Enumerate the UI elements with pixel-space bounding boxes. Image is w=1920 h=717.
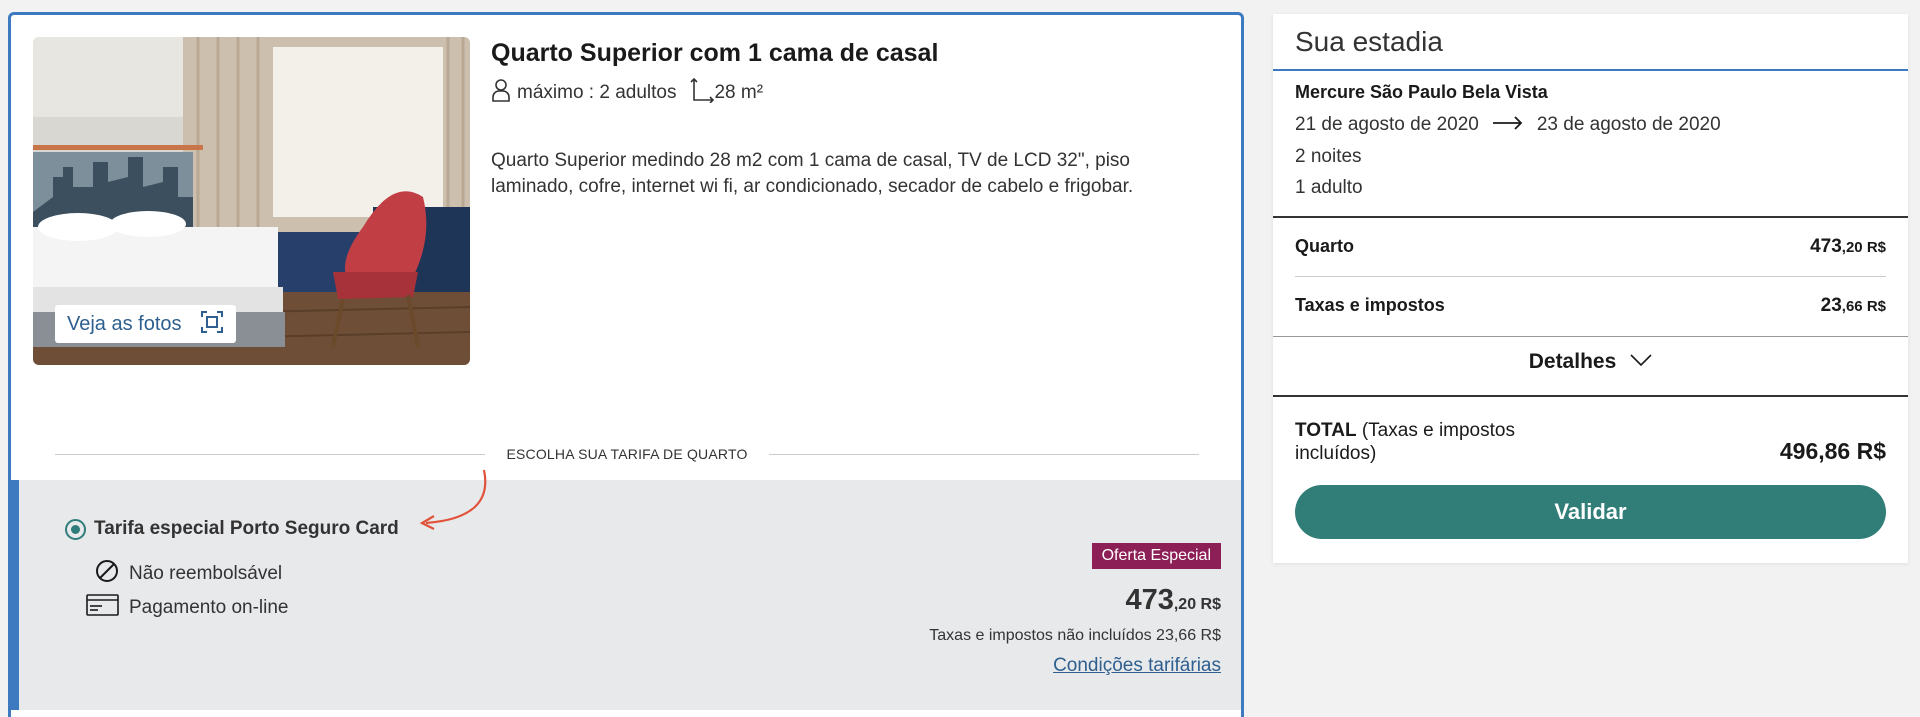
room-meta: máximo : 2 adultos 28 m² <box>491 77 763 109</box>
stay-summary: Sua estadia Mercure São Paulo Bela Vista… <box>1273 14 1908 563</box>
summary-title: Sua estadia <box>1295 26 1443 57</box>
divider <box>768 453 1199 455</box>
area-icon <box>690 77 715 109</box>
room-capacity: máximo : 2 adultos <box>517 82 677 103</box>
special-offer-badge: Oferta Especial <box>1091 543 1221 569</box>
person-icon <box>491 78 511 108</box>
room-line-label: Quarto <box>1295 236 1355 256</box>
tax-line-label: Taxas e impostos <box>1295 295 1445 315</box>
room-title: Quarto Superior com 1 cama de casal <box>491 39 939 67</box>
condition-label: Não reembolsável <box>129 563 283 584</box>
rate-option[interactable]: Tarifa especial Porto Seguro Card Não re… <box>11 469 1241 710</box>
stay-dates: 21 de agosto de 2020 23 de agosto de 202… <box>1295 114 1721 136</box>
rate-price-dec: ,20 R$ <box>1173 596 1221 613</box>
total-value: 496,86 R$ <box>1779 438 1886 464</box>
hotel-name: Mercure São Paulo Bela Vista <box>1295 82 1548 102</box>
divider <box>1273 216 1908 218</box>
rate-radio[interactable] <box>65 519 86 540</box>
tax-note: Taxas e impostos não incluídos 23,66 R$ <box>929 627 1221 644</box>
divider <box>1273 336 1908 337</box>
total-label: TOTAL (Taxas e impostos incluídos) <box>1295 419 1555 465</box>
divider <box>1273 395 1908 397</box>
nights-count: 2 noites <box>1295 146 1362 167</box>
credit-card-icon <box>86 594 129 622</box>
view-photos-label: Veja as fotos <box>67 312 182 335</box>
tax-price-int: 23 <box>1820 295 1842 316</box>
checkin-date: 21 de agosto de 2020 <box>1295 114 1479 135</box>
room-area: 28 m² <box>714 82 764 103</box>
non-refundable-condition: Não reembolsável <box>95 559 282 589</box>
details-toggle[interactable]: Detalhes <box>1273 350 1908 374</box>
divider <box>55 453 486 455</box>
details-label: Detalhes <box>1528 350 1617 373</box>
total-label-text: TOTAL <box>1295 420 1357 441</box>
divider <box>1273 69 1908 71</box>
tax-price-dec: ,66 R$ <box>1841 298 1886 315</box>
room-price-dec: ,20 R$ <box>1841 239 1886 256</box>
room-price-int: 473 <box>1810 236 1842 257</box>
condition-label: Pagamento on-line <box>129 597 289 618</box>
tax-line-price: 23,66 R$ <box>1821 295 1886 317</box>
room-description: Quarto Superior medindo 28 m2 com 1 cama… <box>491 150 1134 197</box>
room-line-item: Quarto 473,20 R$ <box>1295 236 1886 258</box>
divider <box>1295 276 1886 277</box>
chevron-down-icon <box>1630 353 1652 372</box>
arrow-right-icon <box>1492 114 1523 136</box>
room-card: Veja as fotos Quarto Superior com 1 cama… <box>8 12 1244 717</box>
room-line-price: 473,20 R$ <box>1810 236 1886 258</box>
tax-line-item: Taxas e impostos 23,66 R$ <box>1295 295 1886 317</box>
guests-count: 1 adulto <box>1295 177 1363 198</box>
rate-price-int: 473 <box>1125 584 1174 616</box>
rate-heading: ESCOLHA SUA TARIFA DE QUARTO <box>55 444 1199 464</box>
annotation-arrow-icon <box>419 469 487 530</box>
no-refund-icon <box>95 559 129 589</box>
rate-name[interactable]: Tarifa especial Porto Seguro Card <box>94 518 399 540</box>
validate-button[interactable]: Validar <box>1295 485 1886 539</box>
rate-conditions-link[interactable]: Condições tarifárias <box>1053 655 1221 677</box>
online-payment-condition: Pagamento on-line <box>86 594 289 622</box>
rate-heading-text: ESCOLHA SUA TARIFA DE QUARTO <box>506 446 748 462</box>
rate-radio-dot <box>71 525 80 534</box>
room-photo[interactable]: Veja as fotos <box>33 37 470 365</box>
rate-price: 473,20 R$ <box>1125 584 1221 617</box>
checkout-date: 23 de agosto de 2020 <box>1536 114 1721 135</box>
gallery-icon <box>200 310 224 339</box>
view-photos-button[interactable]: Veja as fotos <box>55 305 236 343</box>
